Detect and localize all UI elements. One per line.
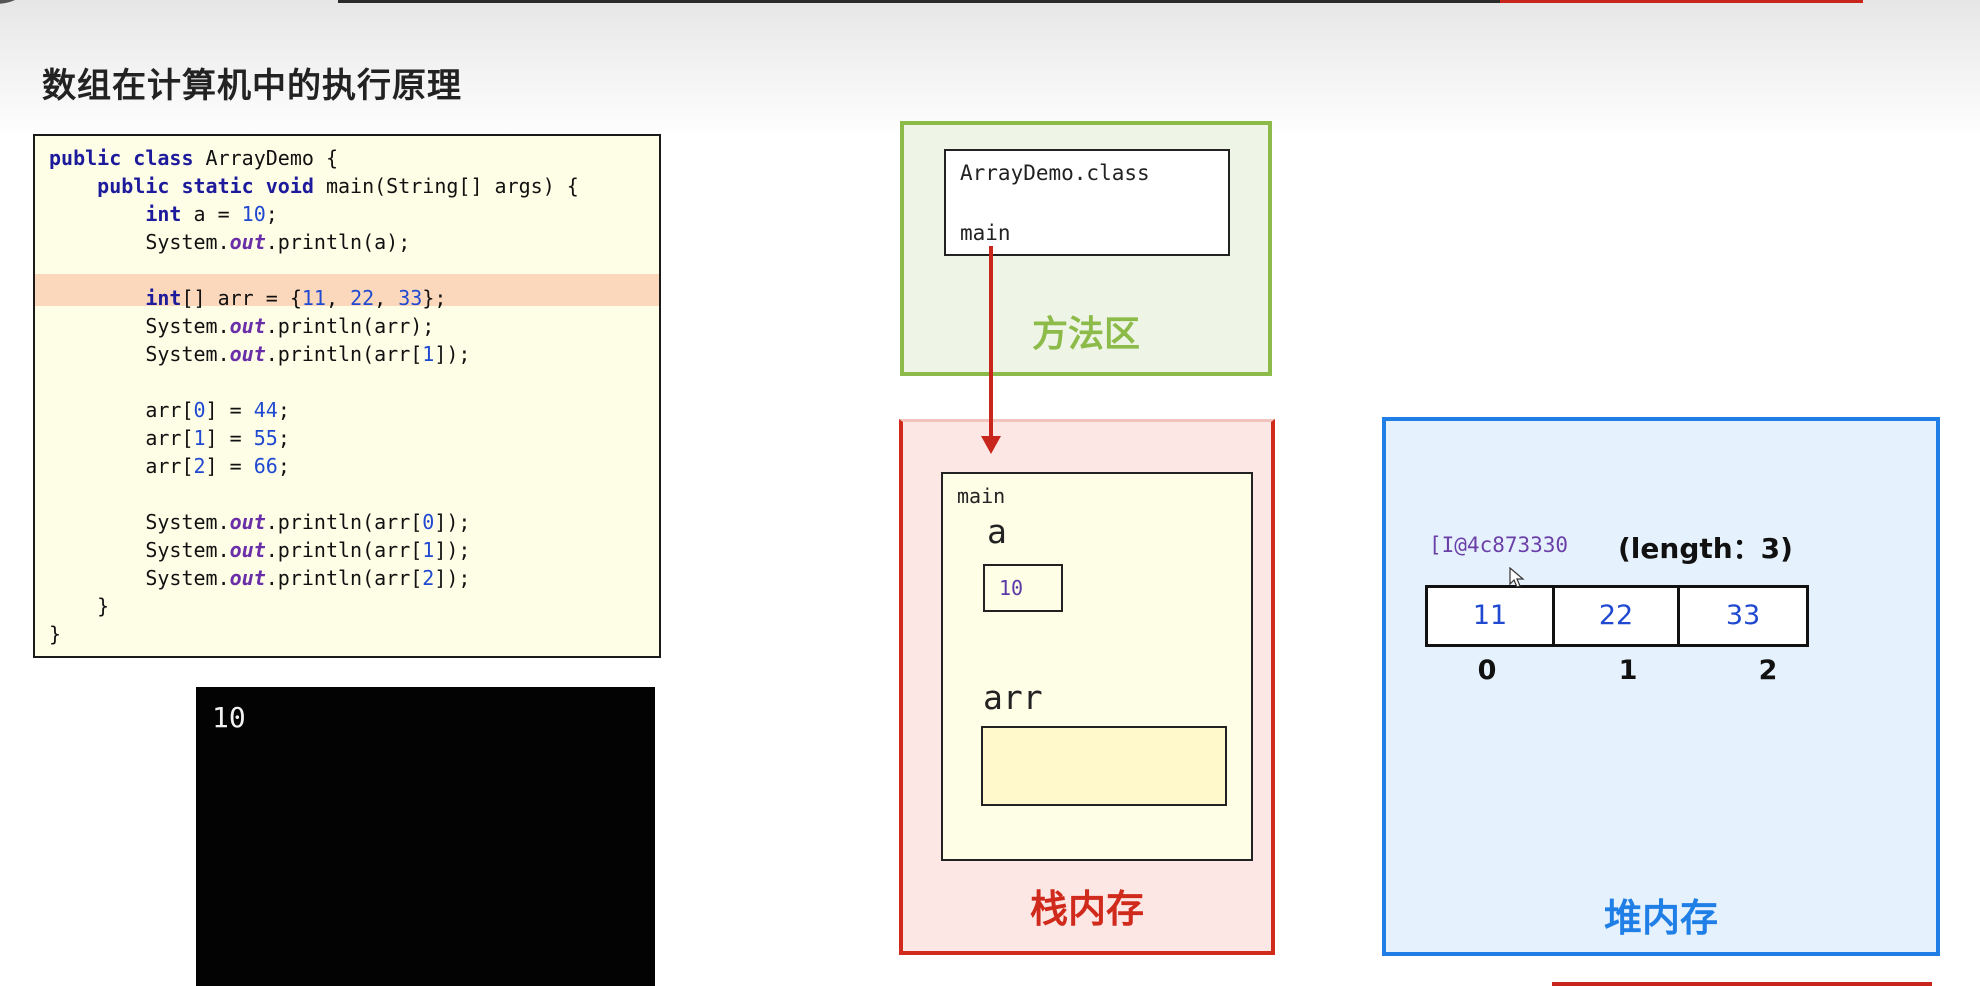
mouse-cursor-icon	[1509, 567, 1525, 588]
call-arrow-head	[981, 436, 1001, 454]
bottom-accent-bar	[1552, 982, 1932, 986]
call-arrow	[981, 246, 1001, 454]
